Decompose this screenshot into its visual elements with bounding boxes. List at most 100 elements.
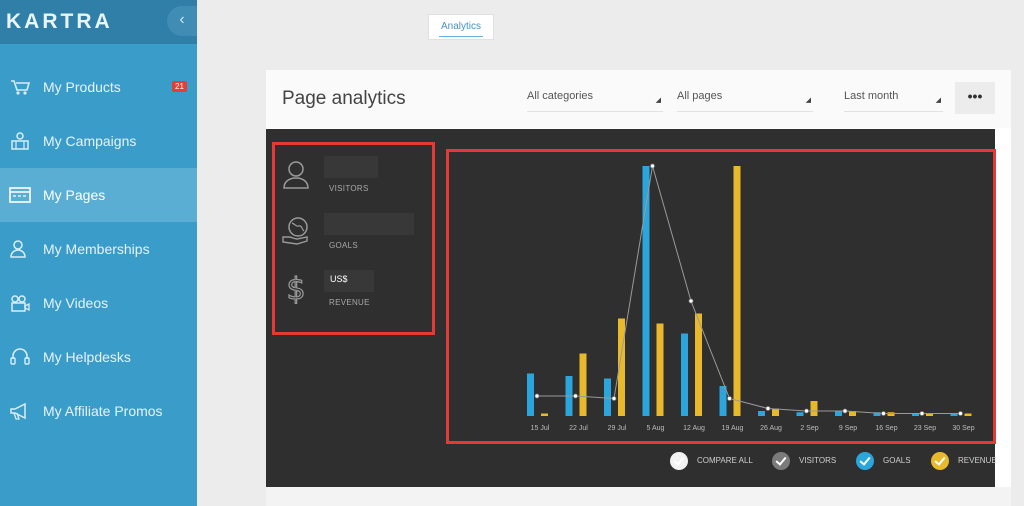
dollar-icon: $ — [286, 272, 306, 304]
chevron-left-icon[interactable]: ‹ — [167, 6, 197, 36]
caret-down-icon: ◢ — [805, 97, 811, 104]
chart-svg: 15 Jul 22 Jul 29 Jul 5 Aug 12 Aug 19 Aug 26 Au… — [527, 163, 975, 432]
page-analytics-panel: Page analytics All categories ◢ All page… — [266, 70, 1011, 506]
sidebar-item-label: My Memberships — [43, 241, 150, 257]
pages-icon — [9, 187, 31, 203]
video-icon — [11, 295, 30, 312]
check-icon — [772, 452, 790, 470]
x-tick-label: 23 Sep — [914, 425, 936, 432]
visitors-value — [324, 156, 378, 178]
sidebar-item-label: My Products — [43, 79, 121, 95]
visitors-point — [611, 396, 617, 401]
x-tick-label: 30 Sep — [952, 425, 974, 432]
revenue-bar — [579, 353, 587, 416]
revenue-bar — [695, 313, 702, 416]
sidebar-item-label: My Helpdesks — [43, 349, 131, 365]
goals-bar — [719, 386, 727, 416]
sidebar-item-my-campaigns[interactable]: My Campaigns — [0, 114, 197, 168]
revenue-bar — [733, 166, 741, 416]
goals-bar — [758, 411, 765, 416]
legend-goals-label: GOALS — [883, 456, 911, 465]
check-icon — [670, 452, 688, 470]
membership-icon — [10, 240, 26, 258]
visitors-point — [804, 408, 809, 414]
visitors-point — [765, 406, 771, 411]
caret-down-icon: ◢ — [935, 97, 941, 104]
visitors-point — [919, 411, 925, 416]
metrics-summary: VISITORS GOALS $ US$ REVENUE — [272, 142, 435, 335]
globe-hand-icon — [282, 217, 308, 245]
check-icon — [856, 452, 874, 470]
sidebar-item-label: My Videos — [43, 295, 109, 311]
x-tick-label: 2 Sep — [800, 425, 818, 432]
revenue-bar — [964, 413, 972, 416]
revenue-value: US$ — [324, 270, 374, 292]
x-tick-label: 16 Sep — [875, 425, 897, 432]
period-filter-value: Last month — [844, 90, 899, 102]
legend-visitors-label: VISITORS — [799, 456, 837, 465]
sidebar: KARTRA ‹ My Products 21 My Campaigns My … — [0, 0, 197, 506]
visitors-label: VISITORS — [329, 184, 369, 193]
user-icon — [283, 161, 309, 189]
revenue-bar — [887, 412, 895, 416]
chart-area: VISITORS GOALS $ US$ REVENUE 15 Jul 22 Ju… — [266, 129, 997, 487]
megaphone-icon — [10, 402, 26, 420]
period-filter-select[interactable]: Last month ◢ — [844, 90, 943, 112]
panel-footer — [266, 487, 1011, 506]
goals-bar — [835, 411, 842, 416]
check-icon — [931, 452, 949, 470]
goals-bar — [796, 412, 804, 416]
tab-analytics[interactable]: Analytics — [428, 14, 494, 40]
kartra-logo[interactable]: KARTRA — [6, 10, 113, 34]
goals-bar — [604, 378, 611, 416]
x-tick-label: 9 Sep — [839, 425, 857, 432]
sidebar-item-my-memberships[interactable]: My Memberships — [0, 222, 197, 276]
visitors-point — [958, 411, 963, 416]
revenue-bar — [656, 323, 664, 416]
revenue-bar — [810, 401, 818, 416]
visitors-point — [688, 298, 694, 304]
visitors-point — [727, 396, 732, 401]
x-tick-label: 29 Jul — [608, 425, 627, 432]
metric-visitors: VISITORS — [275, 150, 432, 208]
page-title: Page analytics — [282, 88, 406, 109]
category-filter-select[interactable]: All categories ◢ — [527, 90, 663, 112]
svg-text:$: $ — [286, 272, 305, 304]
panel-header: Page analytics All categories ◢ All page… — [266, 70, 1011, 128]
sidebar-item-label: My Pages — [43, 187, 106, 203]
more-options-button[interactable]: ••• — [955, 82, 995, 114]
sidebar-item-label: My Campaigns — [43, 133, 137, 149]
pages-filter-value: All pages — [677, 90, 723, 102]
visitors-point — [650, 163, 655, 169]
pages-filter-select[interactable]: All pages ◢ — [677, 90, 813, 112]
headset-icon — [10, 348, 30, 365]
visitors-point — [881, 411, 886, 416]
revenue-label: REVENUE — [329, 298, 370, 307]
sidebar-item-my-pages[interactable]: My Pages — [0, 168, 197, 222]
goals-label: GOALS — [329, 241, 359, 250]
metric-revenue: $ US$ REVENUE — [275, 264, 432, 322]
bar-chart: 15 Jul 22 Jul 29 Jul 5 Aug 12 Aug 19 Aug 26 Au… — [446, 149, 996, 444]
sidebar-item-label: My Affiliate Promos — [43, 403, 163, 419]
category-filter-value: All categories — [527, 90, 594, 102]
goals-bar — [681, 333, 688, 416]
products-count-badge: 21 — [172, 81, 187, 92]
x-tick-label: 26 Aug — [760, 425, 782, 432]
caret-down-icon: ◢ — [655, 97, 661, 104]
x-tick-label: 15 Jul — [531, 425, 550, 432]
sidebar-item-my-products[interactable]: My Products 21 — [0, 60, 197, 114]
goals-value — [324, 213, 414, 235]
visitors-point — [842, 408, 848, 414]
x-tick-label: 12 Aug — [683, 425, 705, 432]
x-tick-label: 19 Aug — [722, 425, 744, 432]
campaign-icon — [11, 132, 29, 150]
visitors-point — [573, 393, 578, 399]
goals-bar — [527, 373, 534, 416]
sidebar-item-my-videos[interactable]: My Videos — [0, 276, 197, 330]
sidebar-item-my-affiliate-promos[interactable]: My Affiliate Promos — [0, 384, 197, 438]
sidebar-item-my-helpdesks[interactable]: My Helpdesks — [0, 330, 197, 384]
legend-compare-all-label: COMPARE ALL — [697, 456, 753, 465]
x-tick-label: 22 Jul — [569, 425, 588, 432]
revenue-bar — [541, 413, 548, 416]
visitors-point — [534, 393, 540, 399]
